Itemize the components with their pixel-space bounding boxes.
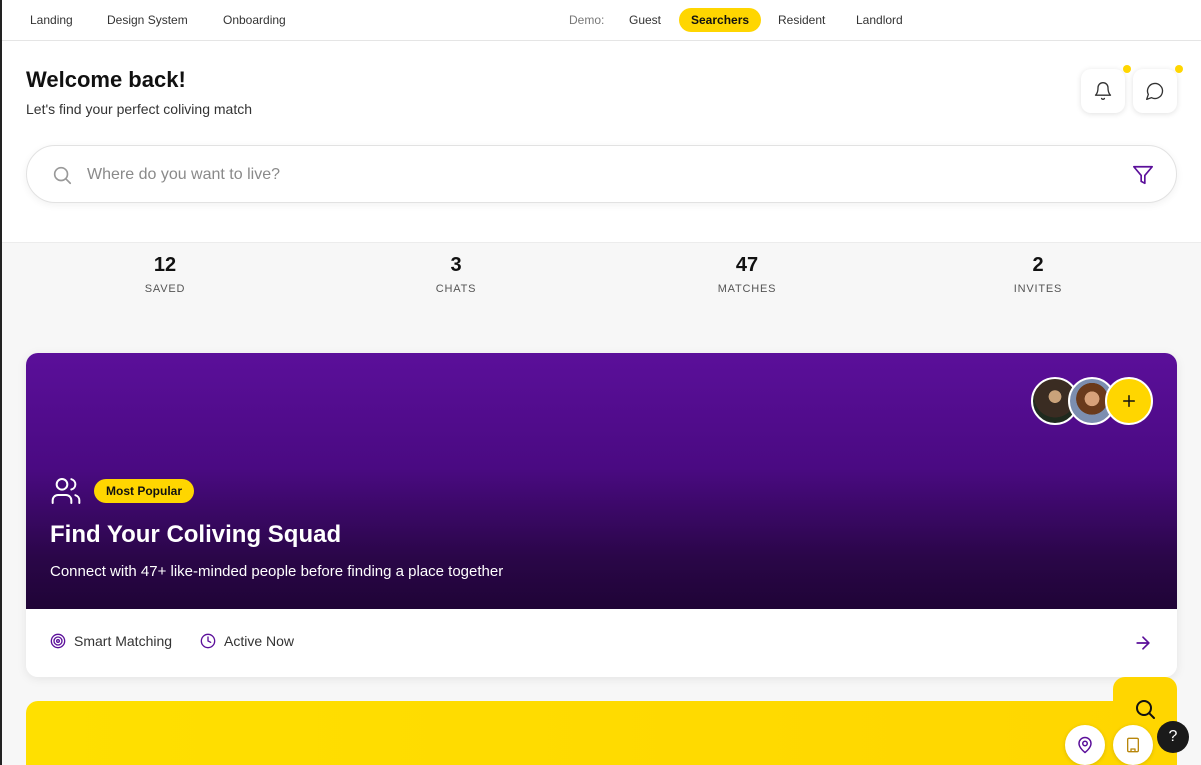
search-bar [26,145,1177,203]
nav-link-landing[interactable]: Landing [30,13,73,27]
search-icon [53,166,72,185]
nav-link-design-system[interactable]: Design System [107,13,188,27]
filter-icon[interactable] [1132,164,1154,186]
stat-chats[interactable]: 3 CHATS [356,254,556,295]
demo-mode-guest[interactable]: Guest [617,8,673,32]
stat-value: 2 [1032,254,1044,276]
popular-badge: Most Popular [94,479,195,503]
nav-link-onboarding[interactable]: Onboarding [223,13,286,27]
stat-matches[interactable]: 47 MATCHES [647,254,847,295]
stat-label: INVITES [1013,283,1063,295]
squad-card-description: Connect with 47+ like-minded people befo… [50,563,504,580]
feature-smart-matching: Smart Matching [50,633,172,649]
search-icon [1136,700,1155,719]
avatar-group [1031,377,1153,425]
squad-card-hero: Most Popular Find Your Coliving Squad Co… [26,353,1177,609]
building-icon [1127,737,1139,753]
feature-label: Active Now [224,633,295,649]
stat-label: CHATS [435,283,477,295]
secondary-card[interactable] [26,701,1177,765]
top-nav: Landing Design System Onboarding Demo: G… [2,0,1201,41]
bell-icon [1094,82,1112,100]
stat-label: SAVED [144,283,186,295]
stat-label: MATCHES [717,283,777,295]
plus-icon [1123,395,1135,407]
stat-value: 12 [153,254,177,276]
page-title: Welcome back! [26,67,186,92]
feature-active-now: Active Now [200,633,294,649]
page-subtitle: Let's find your perfect coliving match [26,101,253,117]
arrow-right-icon[interactable] [1133,633,1153,653]
header: Welcome back! Let's find your perfect co… [2,41,1201,243]
demo-mode-searchers[interactable]: Searchers [679,8,762,32]
target-icon [50,633,66,649]
messages-button[interactable] [1133,65,1183,113]
search-input[interactable] [87,163,1087,187]
users-icon [51,478,81,504]
squad-card[interactable]: Most Popular Find Your Coliving Squad Co… [26,353,1177,677]
notifications-button[interactable] [1081,65,1131,113]
demo-mode-resident[interactable]: Resident [766,8,837,32]
squad-card-title: Find Your Coliving Squad [50,521,342,548]
message-dot [1175,65,1183,73]
message-icon [1146,82,1164,101]
stat-value: 47 [735,254,759,276]
demo-mode-landlord[interactable]: Landlord [844,8,915,32]
help-button[interactable]: ? [1157,721,1189,753]
feature-label: Smart Matching [74,633,173,649]
map-pin-icon [1078,736,1092,754]
building-button[interactable] [1113,725,1153,765]
stat-value: 3 [450,254,462,276]
stat-invites[interactable]: 2 INVITES [938,254,1138,295]
add-member-button[interactable] [1105,377,1153,425]
stat-saved[interactable]: 12 SAVED [65,254,265,295]
clock-icon [200,633,216,649]
squad-card-footer: Smart Matching Active Now [26,609,1177,677]
notification-dot [1123,65,1131,73]
demo-label: Demo: [569,13,605,27]
map-pin-button[interactable] [1065,725,1105,765]
